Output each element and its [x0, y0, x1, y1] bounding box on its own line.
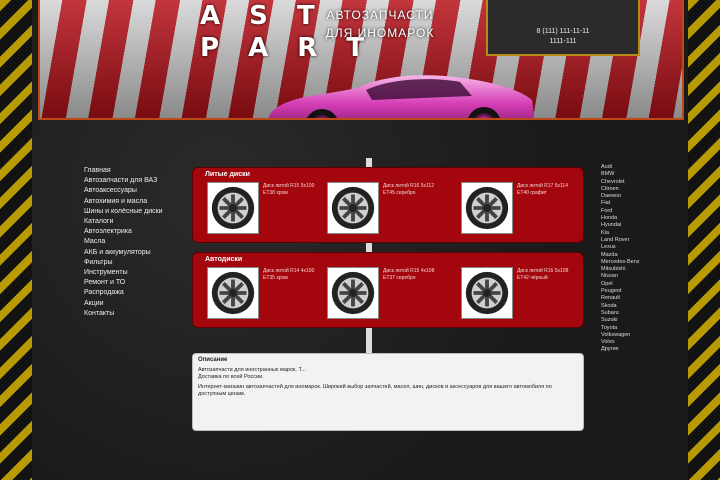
brand-list: Audi BMW Chevrolet Citroen Daewoo Fiat F… [601, 164, 671, 354]
nav-item[interactable]: Автохимия и масла [84, 197, 184, 207]
tagline-line-1: АВТОЗАПЧАСТИ [326, 8, 434, 22]
product-panel: Автодиски Диск литой R14 4x100 ET35 хром… [192, 252, 584, 328]
connector-bar [366, 328, 372, 354]
product-desc: Диск литой R16 5x112 ET45 серебро [383, 183, 434, 196]
brand-link[interactable]: Subaru [601, 310, 671, 317]
nav-item[interactable]: Фильтры [84, 258, 184, 268]
nav-item[interactable]: Контакты [84, 309, 184, 319]
nav-item[interactable]: Автоэлектрика [84, 227, 184, 237]
brand-link[interactable]: Skoda [601, 303, 671, 310]
brand-link[interactable]: Land Rover [601, 237, 671, 244]
brand-link[interactable]: Opel [601, 281, 671, 288]
product-card[interactable]: Диск литой R17 5x114 ET40 графит [461, 182, 571, 236]
product-panel: Литые диски Диск литой R15 5x100 ET38 хр… [192, 167, 584, 243]
phone-2: 1111-111 [549, 38, 577, 45]
brand-link[interactable]: Mazda [601, 252, 671, 259]
product-card[interactable]: Диск литой R16 5x112 ET45 серебро [327, 182, 437, 236]
description-line: Интернет-магазин автозапчастей для инома… [198, 384, 552, 397]
brand-link[interactable]: Daewoo [601, 193, 671, 200]
brand-link[interactable]: Nissan [601, 273, 671, 280]
wheel-icon[interactable] [207, 182, 259, 234]
phone-1: 8 (111) 111-11-11 [536, 28, 590, 35]
site-tagline: АВТОЗАПЧАСТИ ДЛЯ ИНОМАРОК [305, 6, 455, 42]
nav-item[interactable]: Распродажа [84, 288, 184, 298]
description-line: Доставка по всей России. [198, 374, 264, 380]
nav-item[interactable]: АКБ и аккумуляторы [84, 248, 184, 258]
wheel-icon[interactable] [207, 267, 259, 319]
product-desc: Диск литой R15 4x108 ET37 серебро [383, 268, 435, 281]
brand-link[interactable]: Lexus [601, 244, 671, 251]
page: A S T P A R T АВТОЗАПЧАСТИ ДЛЯ ИНОМАРОК … [0, 0, 720, 480]
wheel-icon[interactable] [461, 182, 513, 234]
contact-box: 8 (111) 111-11-11 1111-111 [486, 0, 640, 56]
brand-link[interactable]: Suzuki [601, 317, 671, 324]
nav-item[interactable]: Масла [84, 237, 184, 247]
brand-link[interactable]: Mercedes-Benz [601, 259, 671, 266]
panel-title: Литые диски [205, 171, 250, 178]
brand-link[interactable]: Chevrolet [601, 179, 671, 186]
nav-item[interactable]: Главная [84, 166, 184, 176]
brand-link[interactable]: Renault [601, 295, 671, 302]
nav-item[interactable]: Шины и колёсные диски [84, 207, 184, 217]
brand-link[interactable]: Peugeot [601, 288, 671, 295]
brand-link[interactable]: Volvo [601, 339, 671, 346]
nav-item[interactable]: Каталоги [84, 217, 184, 227]
wheel-icon[interactable] [327, 182, 379, 234]
wheel-icon[interactable] [327, 267, 379, 319]
brand-link[interactable]: Citroen [601, 186, 671, 193]
product-card[interactable]: Диск литой R15 5x100 ET38 хром [207, 182, 317, 236]
product-card[interactable]: Диск литой R14 4x100 ET35 хром [207, 267, 317, 321]
description-title: Описание [198, 357, 228, 363]
tagline-line-2: ДЛЯ ИНОМАРОК [325, 26, 435, 40]
nav-item[interactable]: Автоаксессуары [84, 186, 184, 196]
product-card[interactable]: Диск литой R16 5x108 ET42 чёрный [461, 267, 571, 321]
product-desc: Диск литой R15 5x100 ET38 хром [263, 183, 315, 196]
nav-item[interactable]: Инструменты [84, 268, 184, 278]
brand-link[interactable]: Kia [601, 230, 671, 237]
brand-link[interactable]: Hyundai [601, 222, 671, 229]
description-line: Автозапчасти для иностранных марок. Т... [198, 367, 306, 373]
nav-item[interactable]: Акции [84, 299, 184, 309]
brand-link[interactable]: Fiat [601, 200, 671, 207]
brand-link[interactable]: Ford [601, 208, 671, 215]
car-illustration [268, 75, 534, 118]
product-desc: Диск литой R16 5x108 ET42 чёрный [517, 268, 569, 281]
brand-link[interactable]: Mitsubishi [601, 266, 671, 273]
product-desc: Диск литой R14 4x100 ET35 хром [263, 268, 315, 281]
nav-item[interactable]: Автозапчасти для ВАЗ [84, 176, 184, 186]
brand-link[interactable]: Volkswagen [601, 332, 671, 339]
brand-link[interactable]: Audi [601, 164, 671, 171]
product-card[interactable]: Диск литой R15 4x108 ET37 серебро [327, 267, 437, 321]
panel-title: Автодиски [205, 256, 243, 263]
brand-link[interactable]: Honda [601, 215, 671, 222]
left-nav: Главная Автозапчасти для ВАЗ Автоаксессу… [84, 166, 184, 319]
nav-item[interactable]: Ремонт и ТО [84, 278, 184, 288]
wheel-icon[interactable] [461, 267, 513, 319]
brand-link[interactable]: BMW [601, 171, 671, 178]
brand-link[interactable]: Другие [601, 346, 671, 353]
description-box: Описание Автозапчасти для иностранных ма… [192, 353, 584, 431]
product-desc: Диск литой R17 5x114 ET40 графит [517, 183, 568, 196]
hazard-stripe-right [688, 0, 720, 480]
brand-link[interactable]: Toyota [601, 325, 671, 332]
hazard-stripe-left [0, 0, 32, 480]
header-banner: A S T P A R T АВТОЗАПЧАСТИ ДЛЯ ИНОМАРОК … [38, 0, 684, 120]
